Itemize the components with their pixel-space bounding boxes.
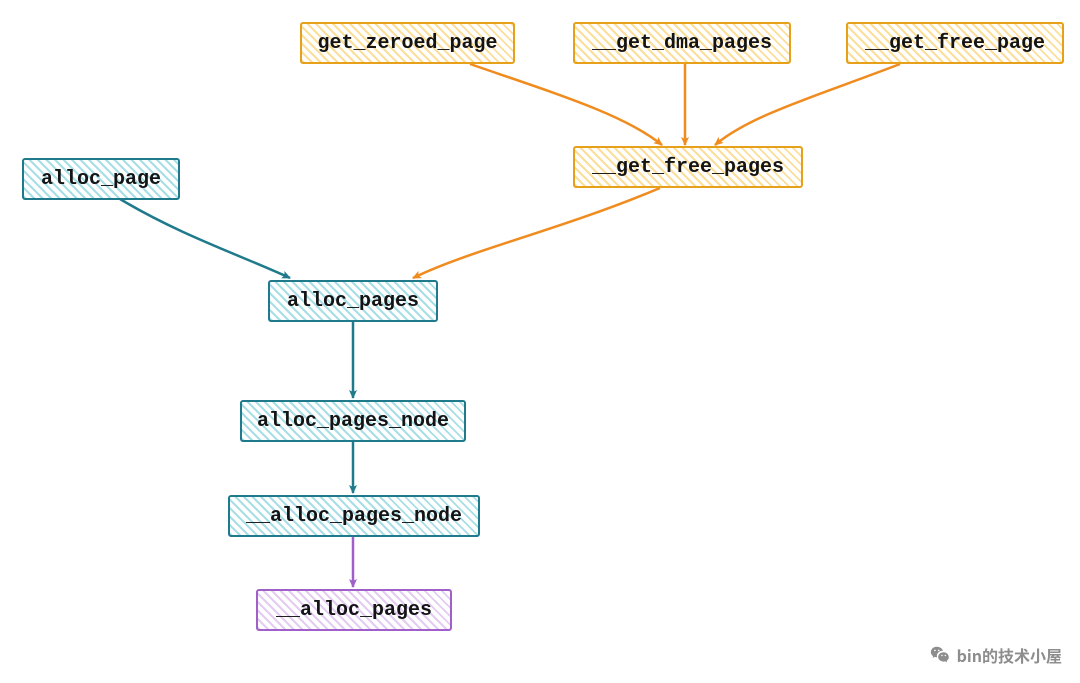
- watermark: bin的技术小屋: [929, 643, 1062, 667]
- node-label: __alloc_pages_node: [246, 505, 462, 528]
- node-label: alloc_pages: [287, 290, 419, 313]
- node-get-zeroed-page: get_zeroed_page: [300, 22, 515, 64]
- diagram-canvas: get_zeroed_page __get_dma_pages __get_fr…: [0, 0, 1080, 683]
- watermark-text: bin的技术小屋: [957, 643, 1062, 667]
- edge: [120, 199, 290, 278]
- node-label: alloc_pages_node: [257, 410, 449, 433]
- node-label: __get_dma_pages: [592, 32, 772, 55]
- node-get-free-pages: __get_free_pages: [573, 146, 803, 188]
- wechat-icon: [929, 644, 951, 666]
- node-get-free-page: __get_free_page: [846, 22, 1064, 64]
- edge: [413, 188, 660, 278]
- node-label: __get_free_page: [865, 32, 1045, 55]
- node-__alloc-pages-node: __alloc_pages_node: [228, 495, 480, 537]
- node-get-dma-pages: __get_dma_pages: [573, 22, 791, 64]
- edge: [715, 64, 900, 145]
- node-alloc-page: alloc_page: [22, 158, 180, 200]
- node-label: alloc_page: [41, 168, 161, 191]
- edges-layer: [0, 0, 1080, 683]
- node-label: __alloc_pages: [276, 599, 432, 622]
- node-__alloc-pages: __alloc_pages: [256, 589, 452, 631]
- edge: [470, 64, 662, 145]
- node-label: get_zeroed_page: [317, 32, 497, 55]
- node-alloc-pages: alloc_pages: [268, 280, 438, 322]
- node-label: __get_free_pages: [592, 156, 784, 179]
- node-alloc-pages-node: alloc_pages_node: [240, 400, 466, 442]
